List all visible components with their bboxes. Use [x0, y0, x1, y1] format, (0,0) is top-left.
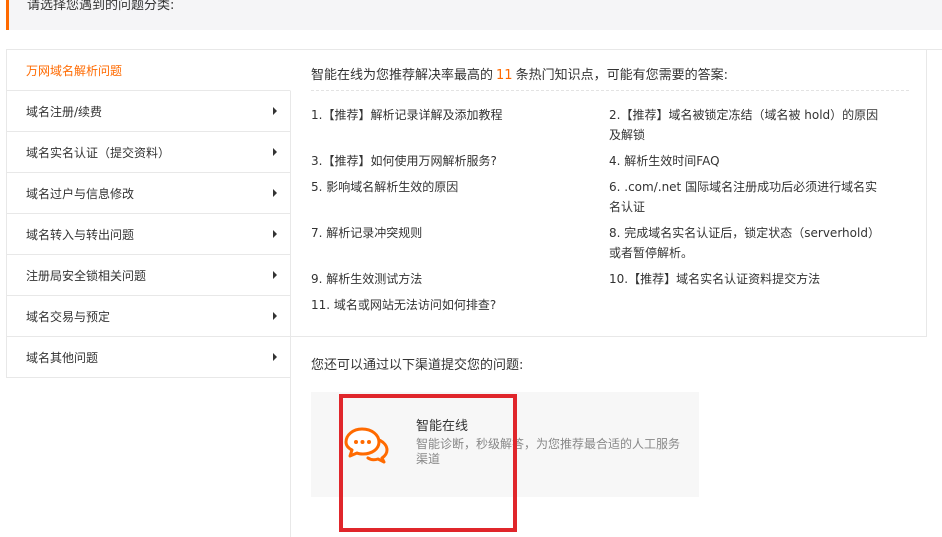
sidebar-item-label: 域名其他问题: [26, 351, 99, 365]
caret-right-icon: [273, 271, 277, 279]
article-link[interactable]: 4. 解析生效时间FAQ: [609, 151, 879, 171]
caret-right-icon: [273, 353, 277, 361]
caret-right-icon: [273, 189, 277, 197]
heading-suffix: 条热门知识点，可能有您需要的答案:: [515, 68, 728, 83]
category-prompt-bar: 请选择您遇到的问题分类:: [6, 0, 942, 30]
category-sidebar: 万网域名解析问题 域名注册/续费 域名实名认证（提交资料） 域名过户与信息修改 …: [6, 50, 291, 378]
caret-right-icon: [273, 107, 277, 115]
article-link[interactable]: 10.【推荐】域名实名认证资料提交方法: [609, 269, 879, 289]
card-description: 智能诊断，秒级解答，为您推荐最合适的人工服务渠道: [416, 437, 681, 466]
article-link[interactable]: 8. 完成域名实名认证后，锁定状态（serverhold）或者暂停解析。: [609, 223, 879, 263]
caret-right-icon: [273, 230, 277, 238]
article-link[interactable]: 2.【推荐】域名被锁定冻结（域名被 hold）的原因及解锁: [609, 105, 879, 145]
sidebar-item-transfer-in-out[interactable]: 域名转入与转出问题: [7, 214, 290, 255]
article-link[interactable]: 7. 解析记录冲突规则: [311, 223, 591, 243]
sidebar-item-label: 注册局安全锁相关问题: [26, 269, 147, 283]
article-link[interactable]: 9. 解析生效测试方法: [311, 269, 591, 289]
article-link[interactable]: 1.【推荐】解析记录详解及添加教程: [311, 105, 591, 125]
sidebar-item-dns-resolution[interactable]: 万网域名解析问题: [7, 50, 291, 91]
sidebar-item-label: 域名转入与转出问题: [26, 228, 135, 242]
recommendation-heading: 智能在线为您推荐解决率最高的 11 条热门知识点，可能有您需要的答案:: [311, 64, 911, 83]
sidebar-item-trading-reservation[interactable]: 域名交易与预定: [7, 296, 290, 337]
sidebar-item-registration-renewal[interactable]: 域名注册/续费: [7, 91, 290, 132]
sidebar-item-label: 域名注册/续费: [26, 105, 103, 119]
sidebar-item-label: 万网域名解析问题: [26, 64, 123, 78]
article-count: 11: [496, 68, 513, 83]
article-link[interactable]: 6. .com/.net 国际域名注册成功后必须进行域名实名认证: [609, 177, 879, 217]
sidebar-item-label: 域名交易与预定: [26, 310, 111, 324]
heading-prefix: 智能在线为您推荐解决率最高的: [311, 68, 494, 83]
divider: [311, 90, 909, 91]
chat-bubbles-icon: [344, 427, 389, 464]
card-title: 智能在线: [416, 419, 469, 434]
article-link[interactable]: 11. 域名或网站无法访问如何排查?: [311, 295, 591, 315]
caret-right-icon: [273, 312, 277, 320]
sidebar-item-transfer-ownership[interactable]: 域名过户与信息修改: [7, 173, 290, 214]
channels-title: 您还可以通过以下渠道提交您的问题:: [311, 358, 524, 373]
caret-right-icon: [273, 148, 277, 156]
sidebar-divider: [290, 337, 291, 537]
recommended-articles-panel: 智能在线为您推荐解决率最高的 11 条热门知识点，可能有您需要的答案: 1.【推荐】…: [291, 50, 927, 337]
category-prompt-label: 请选择您遇到的问题分类:: [27, 0, 175, 13]
article-link[interactable]: 3.【推荐】如何使用万网解析服务?: [311, 151, 591, 171]
article-link[interactable]: 5. 影响域名解析生效的原因: [311, 177, 591, 197]
sidebar-item-label: 域名实名认证（提交资料）: [26, 146, 171, 160]
problem-panel: 万网域名解析问题 域名注册/续费 域名实名认证（提交资料） 域名过户与信息修改 …: [6, 49, 942, 537]
smart-online-card[interactable]: 智能在线 智能诊断，秒级解答，为您推荐最合适的人工服务渠道: [311, 392, 699, 497]
sidebar-item-real-name-verification[interactable]: 域名实名认证（提交资料）: [7, 132, 290, 173]
sidebar-item-registry-lock[interactable]: 注册局安全锁相关问题: [7, 255, 290, 296]
sidebar-item-other[interactable]: 域名其他问题: [7, 337, 290, 378]
sidebar-item-label: 域名过户与信息修改: [26, 187, 135, 201]
